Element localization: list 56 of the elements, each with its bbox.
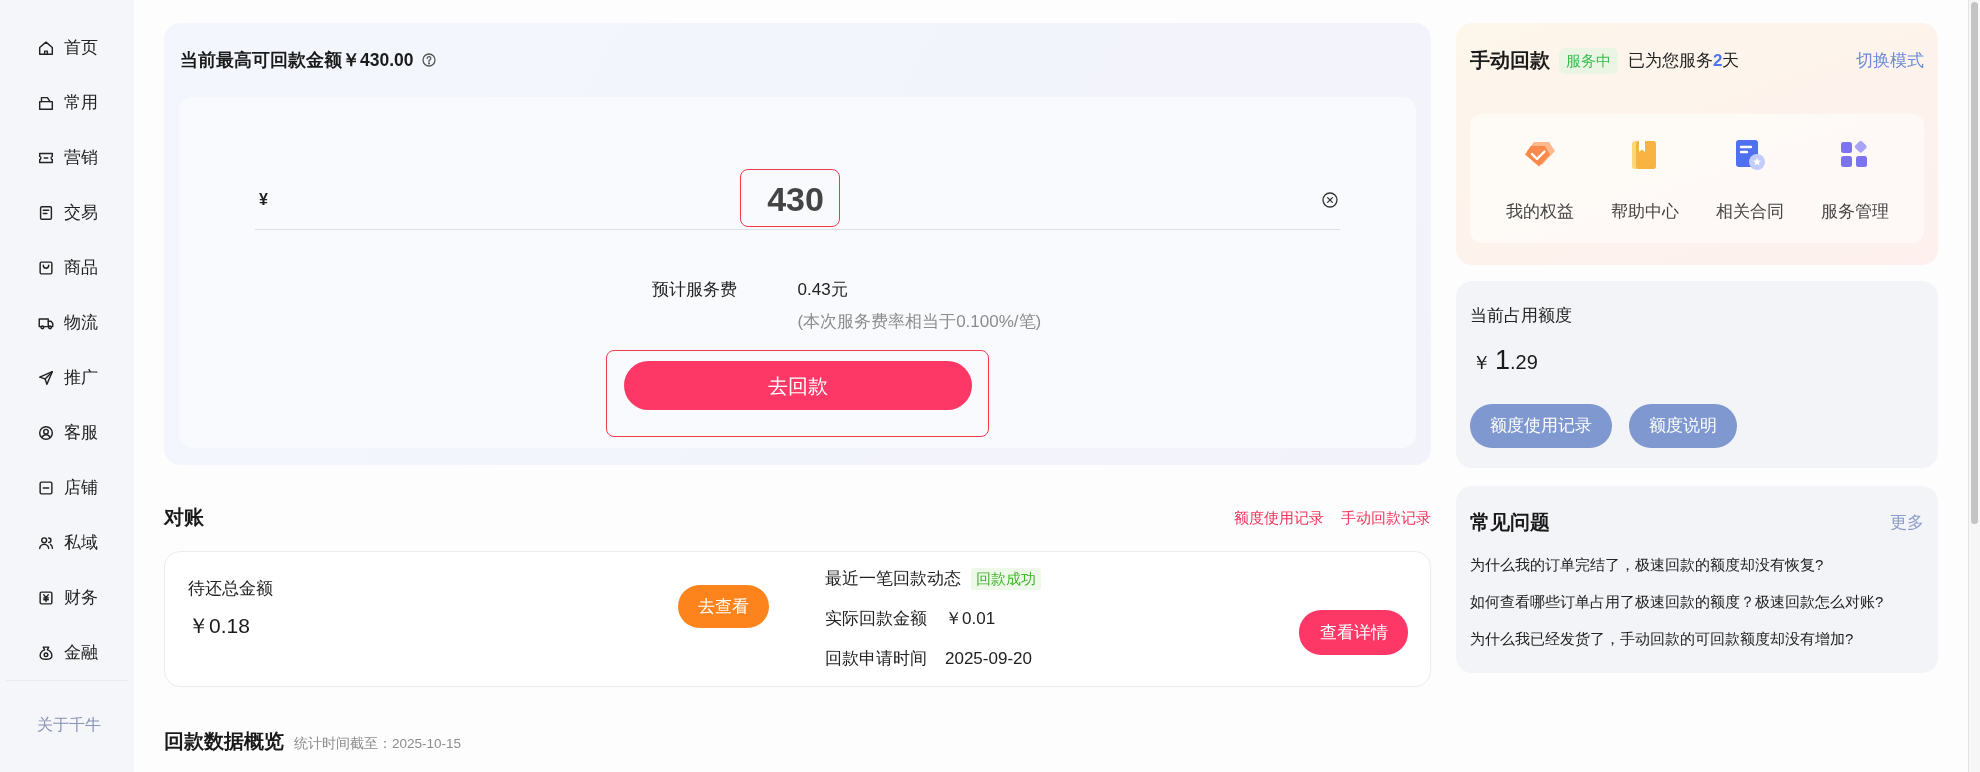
quota-amount: ￥1.29 bbox=[1471, 344, 1539, 370]
detail-label: 回款申请时间 bbox=[825, 648, 928, 671]
section-title: 对账 bbox=[164, 505, 204, 531]
max-amount-title: 当前最高可回款金额￥430.00 bbox=[180, 48, 414, 72]
sidebar-item[interactable]: 金融 bbox=[0, 625, 134, 680]
service-days-text: 已为您服务2天 bbox=[1628, 50, 1740, 73]
bag-icon bbox=[37, 258, 55, 277]
scrollbar-thumb[interactable] bbox=[1971, 2, 1978, 524]
stat-date-note: 统计时间截至：2025-10-15 bbox=[294, 735, 462, 753]
clear-icon bbox=[1322, 191, 1338, 208]
money-bag-icon bbox=[37, 643, 55, 662]
faq-question-link[interactable]: 如何查看哪些订单占用了极速回款的额度？极速回款怎么对账? bbox=[1470, 592, 1924, 612]
document-icon bbox=[37, 203, 55, 222]
sidebar-item[interactable]: 店铺 bbox=[0, 460, 134, 515]
shortcut-link[interactable]: 相关合同 bbox=[1697, 114, 1802, 243]
help-icon bbox=[421, 53, 436, 67]
sidebar-item[interactable]: 交易 bbox=[0, 185, 134, 240]
shortcut-link[interactable]: 服务管理 bbox=[1802, 114, 1907, 243]
sidebar-item[interactable]: 常用 bbox=[0, 75, 134, 130]
sidebar-item[interactable]: 营销 bbox=[0, 130, 134, 185]
card-title: 常见问题 bbox=[1470, 510, 1550, 536]
fee-value: 0.43元 bbox=[797, 279, 848, 301]
sidebar-item[interactable]: 推广 bbox=[0, 350, 134, 405]
detail-label: 实际回款金额 bbox=[825, 608, 928, 631]
outstanding-label: 待还总金额 bbox=[188, 578, 273, 600]
sidebar-item[interactable]: 物流 bbox=[0, 295, 134, 350]
payback-button[interactable]: 去回款 bbox=[623, 361, 972, 410]
faq-question-link[interactable]: 为什么我已经发货了，手动回款的可回款额度却没有增加? bbox=[1470, 629, 1924, 649]
outstanding-amount: ￥0.18 bbox=[188, 614, 251, 638]
fee-label: 预计服务费 bbox=[651, 279, 737, 301]
status-tag: 回款成功 bbox=[971, 568, 1041, 590]
record-link[interactable]: 额度使用记录 bbox=[1234, 506, 1324, 530]
quota-label: 当前占用额度 bbox=[1470, 305, 1573, 327]
record-link[interactable]: 手动回款记录 bbox=[1341, 506, 1431, 530]
details-button[interactable]: 查看详情 bbox=[1299, 610, 1408, 655]
sidebar-item[interactable]: 首页 bbox=[0, 20, 134, 75]
send-icon bbox=[37, 368, 55, 387]
sidebar-item[interactable]: 商品 bbox=[0, 240, 134, 295]
section-title: 回款数据概览 bbox=[164, 729, 284, 754]
sidebar-item[interactable]: 客服 bbox=[0, 405, 134, 460]
card-title: 手动回款 bbox=[1470, 48, 1550, 74]
shortcut-link[interactable]: 帮助中心 bbox=[1592, 114, 1697, 243]
detail-value: 2025-09-20 bbox=[945, 648, 1032, 671]
sidebar-item[interactable]: 私域 bbox=[0, 515, 134, 570]
user-circle-icon bbox=[37, 423, 55, 442]
fee-rate-note: (本次服务费率相当于0.100%/笔) bbox=[797, 311, 1042, 333]
detail-value: ￥0.01 bbox=[945, 608, 996, 631]
currency-prefix: ¥ bbox=[258, 189, 269, 210]
sidebar-item[interactable]: 财务 bbox=[0, 570, 134, 625]
drawer-icon bbox=[37, 478, 55, 497]
faq-question-link[interactable]: 为什么我的订单完结了，极速回款的额度却没有恢复? bbox=[1470, 555, 1924, 575]
shortcut-link[interactable]: 我的权益 bbox=[1487, 114, 1592, 243]
status-tag: 服务中 bbox=[1559, 47, 1618, 75]
latest-title: 最近一笔回款动态 bbox=[825, 568, 961, 591]
yuan-icon bbox=[37, 588, 55, 607]
amount-input[interactable]: 430 bbox=[269, 174, 1322, 225]
